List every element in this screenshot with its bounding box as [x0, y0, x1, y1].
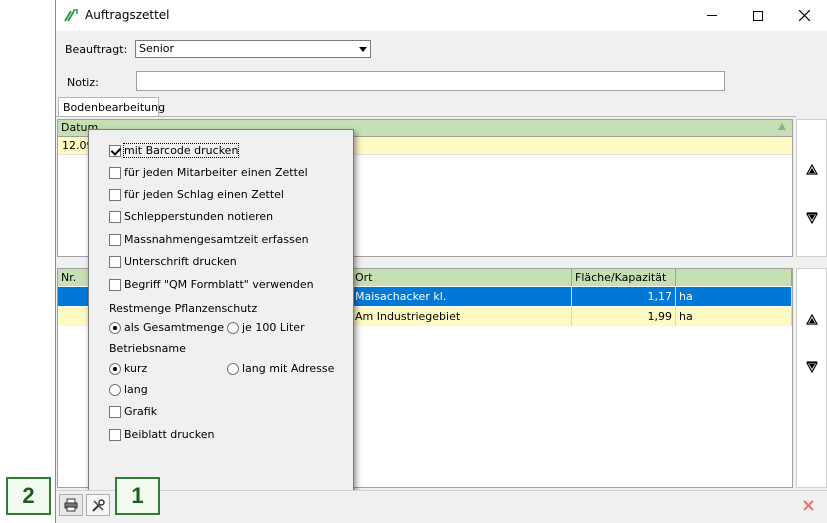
maximize-icon	[753, 10, 763, 21]
close-icon	[802, 499, 814, 511]
close-icon	[798, 10, 810, 21]
per-field-label[interactable]: für jeden Schlag einen Zettel	[124, 188, 284, 201]
tractor-hours-checkbox[interactable]	[109, 211, 121, 223]
minimize-icon	[707, 15, 717, 16]
unit-cell: ha	[676, 307, 792, 326]
notiz-label: Notiz:	[67, 76, 99, 89]
tools-icon	[91, 498, 105, 512]
tab-bodenbearbeitung[interactable]: Bodenbearbeitung	[58, 97, 165, 117]
column-header-flaeche: Fläche/Kapazität	[572, 269, 676, 286]
printer-icon	[64, 498, 78, 512]
beauftragt-label: Beauftragt:	[65, 43, 128, 56]
short-name-radio[interactable]	[109, 363, 121, 375]
barcode-label[interactable]: mit Barcode drucken	[122, 143, 240, 158]
signature-label[interactable]: Unterschrift drucken	[124, 255, 237, 268]
qm-form-checkbox[interactable]	[109, 279, 121, 291]
long-with-address-radio[interactable]	[227, 363, 239, 375]
move-up-button[interactable]	[799, 158, 825, 182]
arrow-up-icon	[806, 164, 818, 175]
per-100-liter-label[interactable]: je 100 Liter	[242, 321, 305, 334]
total-time-label[interactable]: Massnahmengesamtzeit erfassen	[124, 233, 309, 246]
graphic-label[interactable]: Grafik	[124, 405, 157, 418]
annotation-badge-1: 1	[115, 477, 160, 515]
field-grid-nav	[796, 268, 827, 488]
per-field-checkbox[interactable]	[109, 189, 121, 201]
delete-button[interactable]	[796, 494, 820, 516]
chevron-down-icon	[359, 47, 367, 52]
total-time-checkbox[interactable]	[109, 234, 121, 246]
annotation-badge-2: 2	[6, 477, 51, 515]
flaeche-cell: 1,99	[572, 307, 676, 326]
unit-cell: ha	[676, 287, 792, 306]
long-name-radio[interactable]	[109, 384, 121, 396]
short-name-label[interactable]: kurz	[124, 362, 147, 375]
per-employee-checkbox[interactable]	[109, 167, 121, 179]
ort-cell: Am Industriegebiet	[352, 307, 572, 326]
per-100-liter-radio[interactable]	[227, 322, 239, 334]
column-header-ort: Ort	[352, 269, 572, 286]
date-grid-nav	[796, 119, 827, 257]
print-button[interactable]	[59, 494, 83, 516]
beauftragt-value: Senior	[139, 42, 175, 55]
beauftragt-select[interactable]: Senior	[135, 40, 371, 58]
close-button[interactable]	[781, 0, 827, 31]
tractor-hours-label[interactable]: Schlepperstunden notieren	[124, 210, 273, 223]
signature-checkbox[interactable]	[109, 256, 121, 268]
move-up-button[interactable]	[799, 308, 825, 332]
supplement-checkbox[interactable]	[109, 429, 121, 441]
restmenge-heading: Restmenge Pflanzenschutz	[109, 302, 258, 315]
betriebsname-heading: Betriebsname	[109, 342, 186, 355]
barcode-checkbox[interactable]	[109, 145, 121, 157]
qm-form-label[interactable]: Begriff "QM Formblatt" verwenden	[124, 278, 314, 291]
total-amount-label[interactable]: als Gesamtmenge	[124, 321, 224, 334]
per-employee-label[interactable]: für jeden Mitarbeiter einen Zettel	[124, 166, 308, 179]
notiz-input[interactable]	[136, 71, 725, 91]
arrow-down-icon	[806, 361, 818, 373]
print-settings-button[interactable]	[86, 494, 110, 516]
tab-divider	[56, 116, 796, 117]
flaeche-cell: 1,17	[572, 287, 676, 306]
maximize-button[interactable]	[735, 0, 781, 31]
total-amount-radio[interactable]	[109, 322, 121, 334]
sort-indicator-icon	[778, 123, 786, 130]
move-down-button[interactable]	[799, 355, 825, 379]
move-down-button[interactable]	[799, 206, 825, 230]
arrow-down-icon	[806, 212, 818, 224]
supplement-label[interactable]: Beiblatt drucken	[124, 428, 215, 441]
graphic-checkbox[interactable]	[109, 406, 121, 418]
column-header-unit	[676, 269, 792, 286]
bottom-toolbar	[56, 490, 827, 523]
app-logo-icon	[64, 9, 78, 22]
long-name-label[interactable]: lang	[124, 383, 148, 396]
arrow-up-icon	[806, 314, 818, 325]
ort-cell: Maisachacker kl.	[352, 287, 572, 306]
window-title: Auftragszettel	[85, 8, 170, 22]
long-with-address-label[interactable]: lang mit Adresse	[242, 362, 334, 375]
minimize-button[interactable]	[689, 0, 735, 31]
print-options-popup: mit Barcode drucken für jeden Mitarbeite…	[88, 129, 354, 492]
